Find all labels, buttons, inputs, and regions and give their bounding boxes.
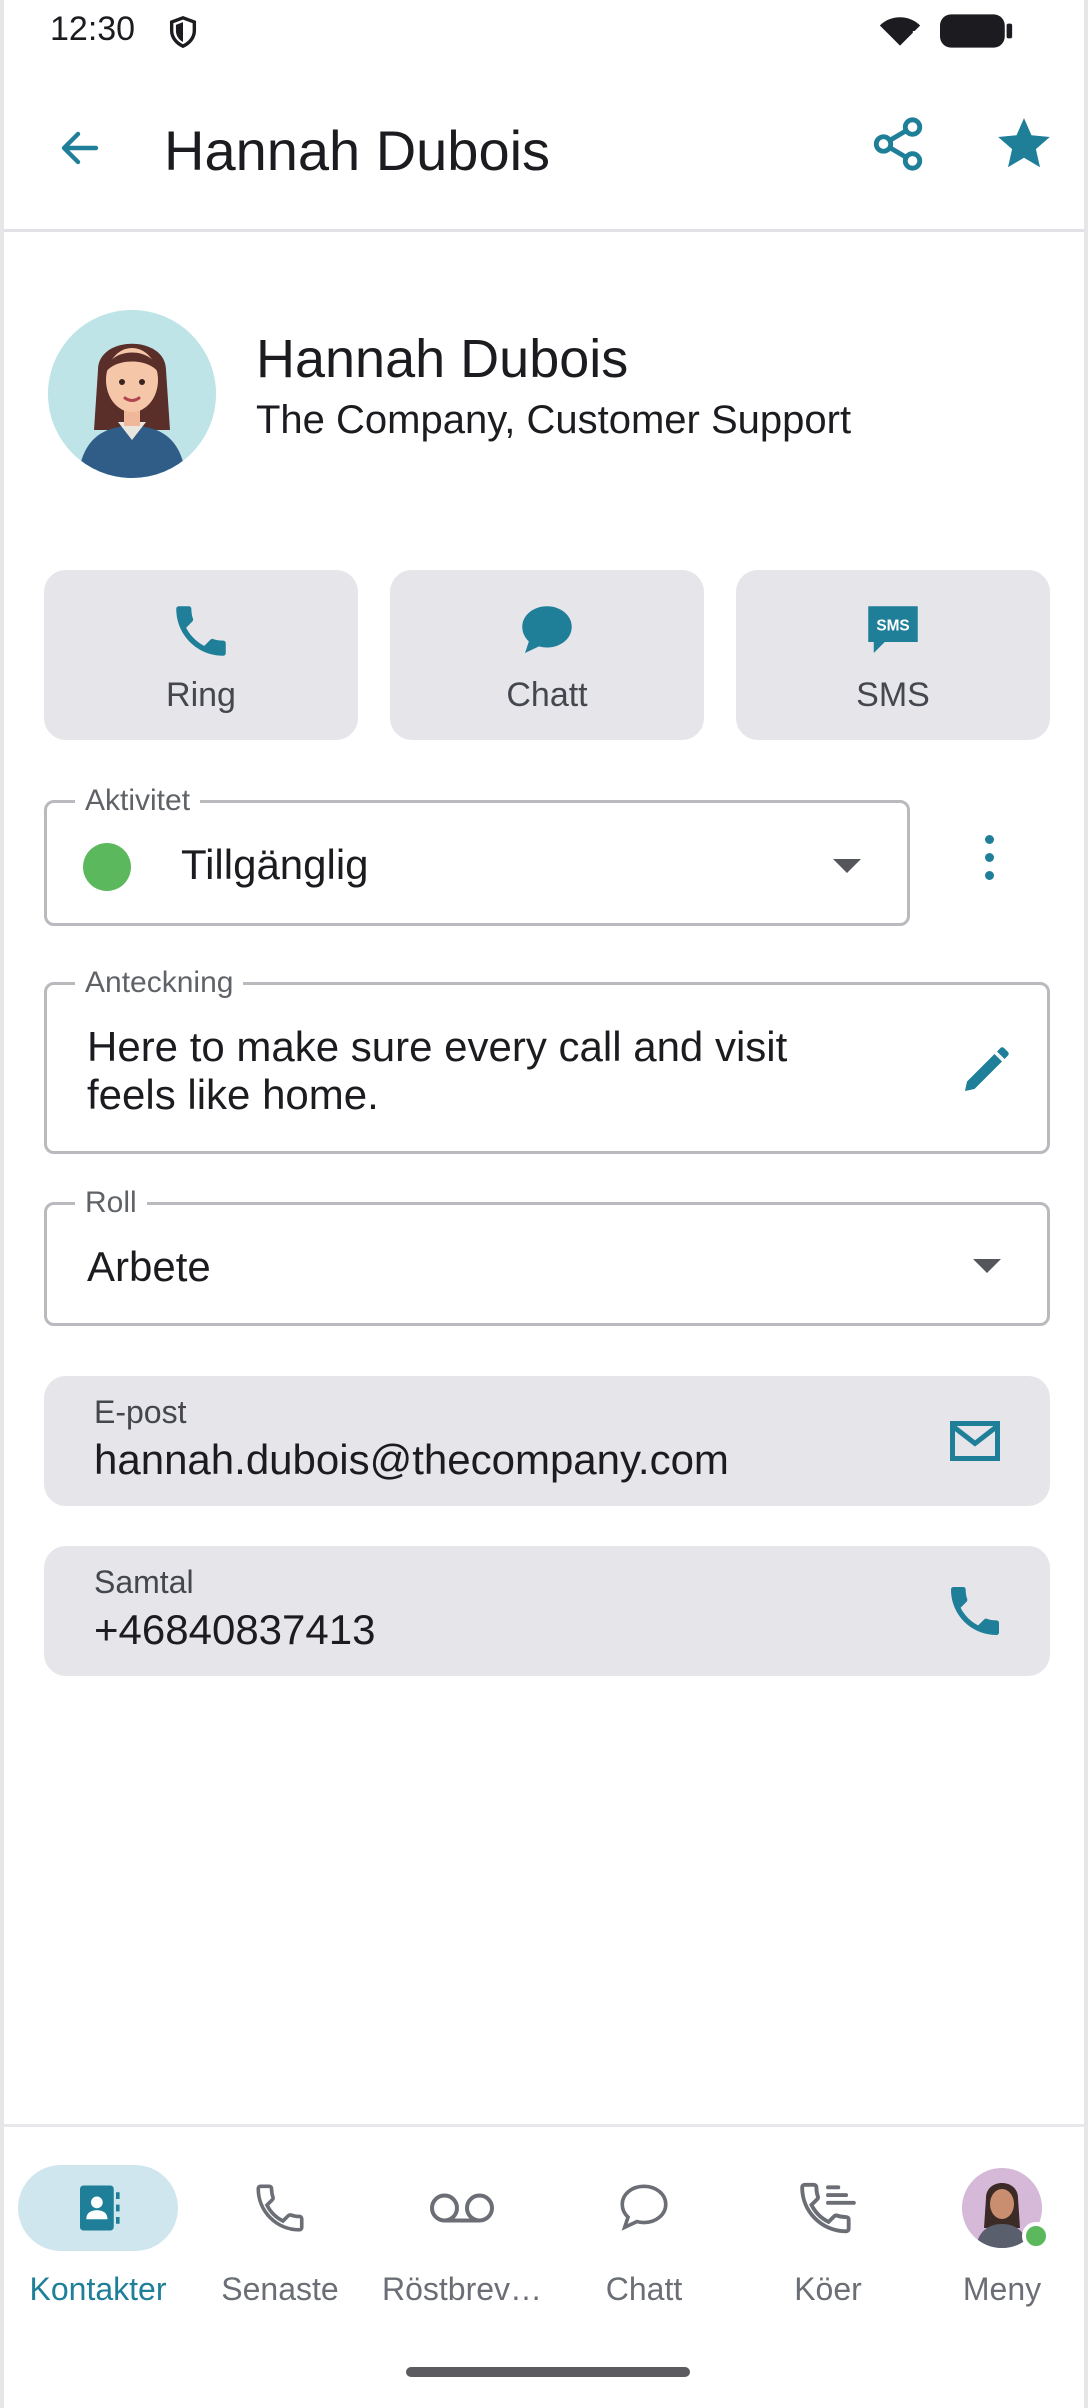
contact-detail-screen: 12:30 Hannah Dubois Hannah Dubois The Co…: [0, 0, 1088, 2408]
back-button[interactable]: [44, 112, 116, 184]
wifi-icon: [879, 17, 921, 46]
phone-icon: [166, 596, 236, 666]
contacts-icon: [80, 2185, 120, 2231]
sms-icon: SMS: [858, 596, 928, 666]
status-bar: 12:30: [4, 0, 1084, 60]
battery-icon: [940, 14, 1013, 48]
nav-item-menu[interactable]: Meny: [912, 2157, 1088, 2337]
phone-value: +46840837413: [94, 1606, 376, 1653]
nav-icon-wrap: [200, 2165, 360, 2251]
nav-item-recent[interactable]: Senaste: [190, 2157, 370, 2337]
bottom-navigation: Kontakter Senaste Röstbrev… Chatt Köer M…: [4, 2124, 1084, 2408]
email-card[interactable]: E-post hannah.dubois@thecompany.com: [44, 1376, 1050, 1506]
nav-item-queues[interactable]: Köer: [738, 2157, 918, 2337]
home-indicator[interactable]: [406, 2367, 690, 2377]
role-label: Roll: [75, 1185, 147, 1221]
chat-outline-icon: [620, 2184, 668, 2231]
edit-note-button[interactable]: [955, 1041, 1015, 1101]
nav-icon-wrap: [748, 2165, 908, 2251]
phone-label: Samtal: [94, 1564, 194, 1600]
email-value: hannah.dubois@thecompany.com: [94, 1436, 729, 1483]
nav-label-menu: Meny: [962, 2271, 1042, 2307]
email-label: E-post: [94, 1394, 187, 1430]
online-status-dot: [1022, 2222, 1050, 2250]
availability-status-dot: [83, 843, 131, 891]
avatar: [48, 310, 216, 478]
chat-bubble-icon: [512, 596, 582, 666]
nav-icon-wrap: [382, 2165, 542, 2251]
note-line-1: Here to make sure every call and visit: [87, 1023, 788, 1070]
role-dropdown[interactable]: Roll Arbete: [44, 1185, 1050, 1326]
dropdown-arrow-icon: [833, 859, 861, 873]
activity-value: Tillgänglig: [181, 841, 369, 888]
call-button[interactable]: Ring: [44, 570, 358, 740]
kebab-dot: [984, 834, 994, 844]
nav-active-indicator: [18, 2165, 178, 2251]
note-label: Anteckning: [75, 965, 244, 1001]
nav-icon-wrap: [564, 2165, 724, 2251]
nav-label-chat: Chatt: [605, 2271, 683, 2307]
user-avatar: [962, 2168, 1050, 2250]
phone-card[interactable]: Samtal +46840837413: [44, 1546, 1050, 1676]
arrow-back-icon: [61, 131, 99, 165]
activity-label: Aktivitet: [75, 783, 201, 819]
favorite-button[interactable]: [988, 108, 1060, 180]
role-value: Arbete: [87, 1243, 211, 1290]
phone-icon: [951, 1587, 999, 1635]
activity-dropdown[interactable]: Aktivitet Tillgänglig: [44, 783, 910, 926]
call-button-label: Ring: [166, 676, 236, 714]
nav-label-voicemail: Röstbrev…: [381, 2271, 543, 2307]
app-bar: Hannah Dubois: [4, 72, 1084, 232]
note-line-2: feels like home.: [87, 1071, 379, 1118]
nav-label-recent: Senaste: [221, 2271, 339, 2307]
contact-name: Hannah Dubois: [256, 329, 629, 389]
voicemail-icon: [430, 2193, 494, 2223]
contact-company-department: The Company, Customer Support: [256, 398, 852, 442]
shield-icon: [169, 16, 197, 49]
pencil-icon: [965, 1047, 1009, 1091]
nav-item-contacts[interactable]: Kontakter: [8, 2157, 188, 2337]
star-icon: [998, 118, 1050, 168]
status-time: 12:30: [50, 10, 136, 48]
nav-item-voicemail[interactable]: Röstbrev…: [372, 2157, 552, 2337]
kebab-dot: [984, 870, 994, 880]
queue-call-icon: [800, 2182, 856, 2234]
dropdown-arrow-icon: [973, 1259, 1001, 1273]
chat-button-label: Chatt: [506, 676, 588, 714]
nav-label-contacts: Kontakter: [29, 2271, 167, 2307]
page-title: Hannah Dubois: [164, 119, 551, 182]
mail-icon: [950, 1421, 1000, 1461]
phone-outline-icon: [256, 2184, 304, 2232]
chat-button[interactable]: Chatt: [390, 570, 704, 740]
share-icon: [873, 117, 923, 171]
note-field[interactable]: Anteckning Here to make sure every call …: [44, 965, 1050, 1154]
kebab-dot: [984, 852, 994, 862]
svg-text:SMS: SMS: [876, 617, 909, 634]
send-email-button[interactable]: [940, 1406, 1010, 1476]
share-button[interactable]: [862, 108, 934, 180]
nav-label-queues: Köer: [794, 2271, 862, 2307]
avatar-illustration: [48, 310, 216, 478]
sms-button-label: SMS: [856, 676, 930, 714]
call-number-button[interactable]: [940, 1576, 1010, 1646]
nav-item-chat[interactable]: Chatt: [554, 2157, 734, 2337]
more-options-button[interactable]: [964, 822, 1014, 892]
sms-button[interactable]: SMS SMS: [736, 570, 1050, 740]
nav-icon-wrap: [922, 2165, 1082, 2251]
